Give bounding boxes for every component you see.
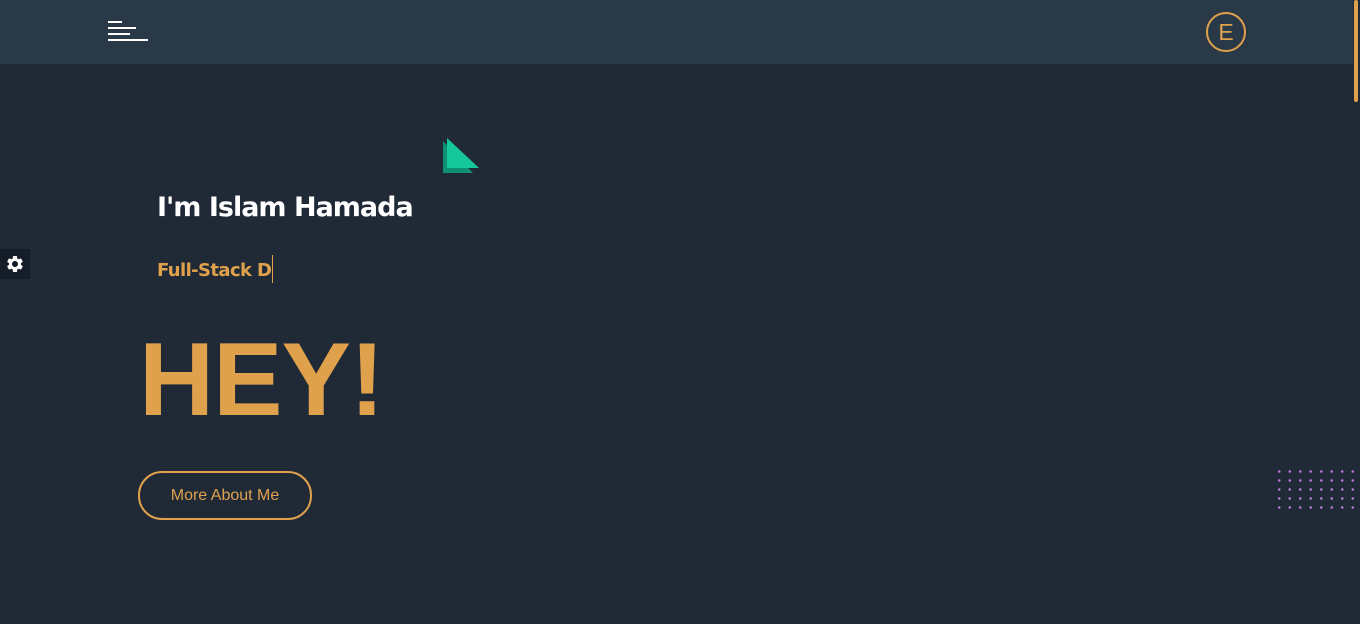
logo-badge[interactable]: E bbox=[1206, 12, 1246, 52]
scrollbar-track[interactable] bbox=[1353, 0, 1360, 624]
typed-role-text: Full-Stack D bbox=[157, 255, 274, 285]
more-about-me-button[interactable]: More About Me bbox=[138, 471, 312, 520]
menu-line bbox=[108, 39, 148, 41]
hero-intro-name: I'm Islam Hamada bbox=[157, 192, 414, 223]
hamburger-menu-icon[interactable] bbox=[108, 21, 150, 43]
green-triangle-icon bbox=[443, 138, 479, 173]
menu-line bbox=[108, 33, 130, 35]
top-navbar: E bbox=[0, 0, 1353, 64]
settings-button[interactable] bbox=[0, 249, 30, 279]
hero-greeting: HEY! bbox=[139, 322, 384, 438]
page: E I'm Islam Hamada Full-Stack D HEY! Mor… bbox=[0, 0, 1360, 624]
dot-grid-pattern bbox=[1274, 467, 1354, 509]
scrollbar-thumb[interactable] bbox=[1354, 0, 1358, 102]
role-text: Full-Stack D bbox=[157, 260, 272, 281]
menu-line bbox=[108, 27, 136, 29]
menu-line bbox=[108, 21, 122, 23]
gear-icon bbox=[7, 255, 23, 272]
typing-cursor bbox=[272, 255, 274, 283]
